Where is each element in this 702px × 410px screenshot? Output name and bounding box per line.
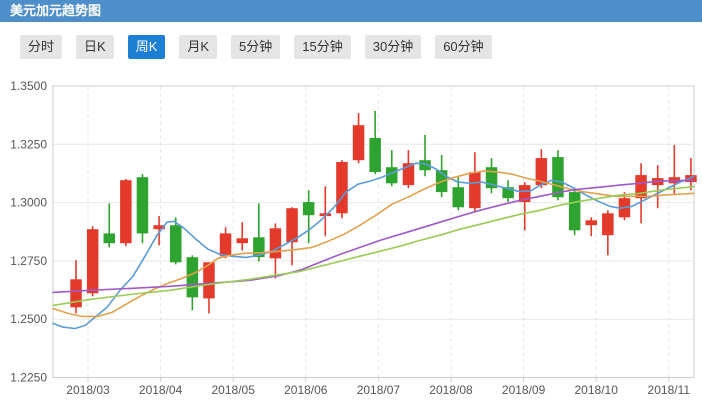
- candle: [187, 255, 199, 310]
- candle-body: [120, 180, 132, 243]
- candle: [237, 222, 249, 250]
- candle: [419, 135, 431, 176]
- x-axis-tick-label: 2018/10: [575, 383, 619, 397]
- candle: [104, 203, 116, 247]
- candle: [87, 226, 99, 296]
- candle: [369, 111, 381, 174]
- plot-border: [53, 86, 694, 378]
- candle: [652, 165, 664, 208]
- candle: [336, 160, 348, 218]
- candle-body: [303, 202, 315, 215]
- candle-body: [137, 177, 149, 233]
- candle-body: [336, 162, 348, 213]
- x-axis-tick-label: 2018/04: [139, 383, 183, 397]
- candle: [602, 210, 614, 255]
- y-axis-tick-label: 1.3250: [10, 137, 47, 151]
- candle: [519, 182, 531, 230]
- x-axis-tick-label: 2018/03: [66, 383, 110, 397]
- candle: [286, 207, 298, 265]
- x-axis-tick-label: 2018/07: [357, 383, 401, 397]
- candle-body: [369, 138, 381, 172]
- candle-body: [237, 238, 249, 243]
- candle: [586, 217, 598, 236]
- candle-body: [586, 220, 598, 225]
- y-axis-tick-label: 1.2250: [10, 371, 47, 385]
- x-axis-tick-label: 2018/11: [648, 383, 691, 397]
- y-axis-tick-label: 1.2500: [10, 312, 47, 326]
- candle: [486, 158, 498, 193]
- candle-body: [602, 213, 614, 235]
- candle: [137, 174, 149, 243]
- candle: [685, 158, 697, 190]
- candle: [353, 113, 365, 163]
- candle: [569, 190, 581, 235]
- candle-body: [170, 225, 182, 262]
- candle: [403, 150, 415, 188]
- candle: [303, 190, 315, 243]
- x-axis-tick-label: 2018/06: [284, 383, 328, 397]
- candle-body: [187, 257, 199, 297]
- candle: [220, 227, 232, 258]
- candle: [170, 217, 182, 264]
- candle-body: [353, 125, 365, 160]
- candle-body: [635, 175, 647, 198]
- candle-body: [104, 233, 116, 243]
- candle-body: [270, 228, 282, 258]
- candle-body: [87, 229, 99, 293]
- candle: [120, 179, 132, 246]
- y-axis-tick-label: 1.3000: [10, 196, 47, 210]
- ma-line-orange: [53, 171, 694, 316]
- x-axis-tick-label: 2018/05: [212, 383, 256, 397]
- candle: [502, 180, 514, 202]
- candle: [203, 262, 215, 313]
- candle: [386, 150, 398, 186]
- x-axis-tick-label: 2018/09: [502, 383, 546, 397]
- chart-svg[interactable]: 1.3500 1.3250 1.3000 1.2750 1.2500 1.2250 2018…: [0, 0, 702, 410]
- candle: [70, 260, 82, 313]
- x-axis-tick-label: 2018/08: [429, 383, 473, 397]
- y-axis-tick-label: 1.3500: [10, 79, 47, 93]
- candle-body: [469, 172, 481, 208]
- y-axis-tick-label: 1.2750: [10, 254, 47, 268]
- candle-body: [453, 187, 465, 207]
- candle-body: [569, 192, 581, 230]
- candle: [153, 216, 165, 245]
- ma-line-purple: [53, 180, 694, 292]
- candle-body: [220, 233, 232, 256]
- candle-body: [286, 208, 298, 242]
